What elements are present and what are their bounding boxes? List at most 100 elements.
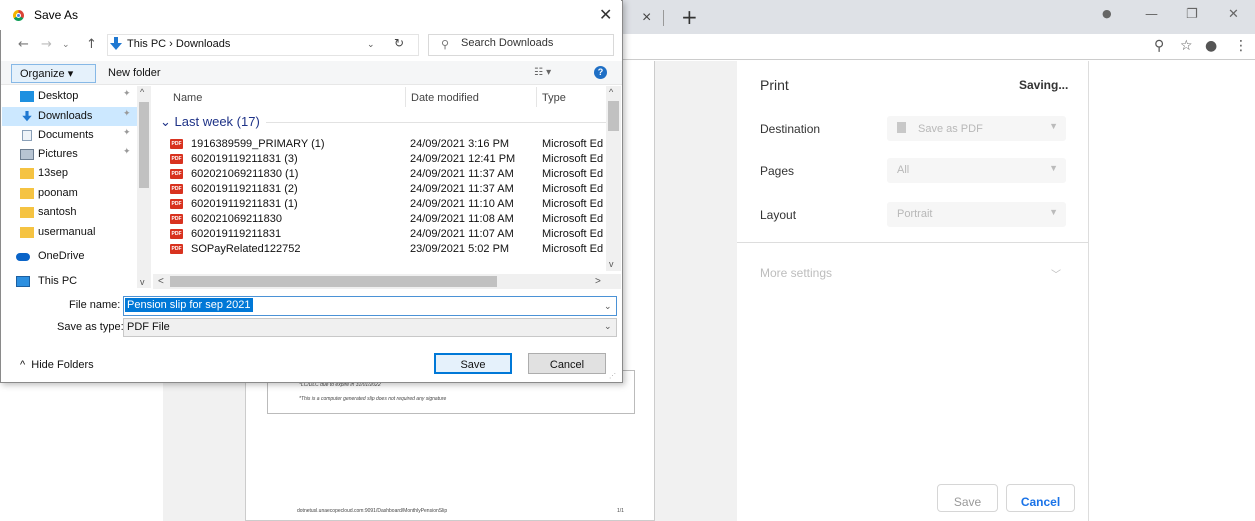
- recent-locations-icon[interactable]: ⌄: [62, 40, 70, 50]
- column-header-date[interactable]: Date modified: [411, 92, 479, 104]
- file-row[interactable]: PDF 602021069211830 24/09/2021 11:08 AM Mic…: [160, 212, 610, 227]
- organize-menu-button[interactable]: Organize ▾: [11, 64, 96, 83]
- chevron-right-icon[interactable]: >: [595, 276, 601, 287]
- file-type: Microsoft Ed: [542, 138, 604, 150]
- nav-item-santosh[interactable]: santosh: [2, 203, 137, 222]
- new-folder-button[interactable]: New folder: [108, 67, 161, 79]
- hide-folders-button[interactable]: ^ Hide Folders: [20, 359, 94, 371]
- nav-item-label: This PC: [38, 275, 78, 287]
- pdf-file-icon: PDF: [170, 244, 183, 254]
- chevron-up-icon[interactable]: ^: [609, 87, 613, 97]
- folder-icon: [20, 227, 34, 238]
- file-name-value[interactable]: Pension slip for sep 2021: [125, 298, 253, 312]
- minimize-icon[interactable]: —: [1145, 7, 1158, 22]
- zoom-icon[interactable]: ⚲: [1154, 38, 1164, 54]
- file-row[interactable]: PDF 602019119211831 (2) 24/09/2021 11:37 A…: [160, 182, 610, 197]
- column-header-type[interactable]: Type: [542, 92, 566, 104]
- file-list-hscroll-thumb[interactable]: [170, 276, 497, 287]
- print-save-button[interactable]: Save: [937, 484, 998, 512]
- resize-grip-icon[interactable]: ⋰: [609, 372, 616, 380]
- file-row[interactable]: PDF 602019119211831 24/09/2021 11:07 AM Mic…: [160, 227, 610, 242]
- chrome-logo-icon: [13, 10, 24, 21]
- restore-icon[interactable]: ❐: [1186, 7, 1198, 22]
- more-settings-toggle[interactable]: More settings: [760, 266, 832, 280]
- view-options-icon[interactable]: ☷ ▾: [534, 67, 551, 78]
- search-input[interactable]: [461, 37, 611, 49]
- nav-item-downloads[interactable]: Downloads ✦: [2, 107, 137, 126]
- pdf-file-icon: PDF: [170, 139, 183, 149]
- navigation-pane: Desktop ✦ Downloads ✦ Documents ✦ Pictur…: [1, 85, 153, 288]
- pdf-file-icon: PDF: [170, 199, 183, 209]
- close-window-icon[interactable]: ✕: [1228, 7, 1239, 22]
- nav-item-label: usermanual: [38, 226, 96, 238]
- chevron-up-icon: ^: [20, 359, 26, 371]
- cancel-button[interactable]: Cancel: [528, 353, 606, 374]
- forward-arrow-icon[interactable]: →: [41, 37, 52, 52]
- group-header[interactable]: ⌄ Last week (17): [160, 114, 260, 130]
- pin-icon: ✦: [123, 147, 131, 157]
- file-name: 602019119211831 (2): [191, 183, 298, 195]
- chevron-left-icon[interactable]: <: [158, 276, 164, 287]
- profile-dot-icon[interactable]: ●: [1102, 7, 1112, 20]
- pdf-file-icon: PDF: [170, 184, 183, 194]
- nav-item-desktop[interactable]: Desktop ✦: [2, 87, 137, 106]
- file-row[interactable]: PDF 602019119211831 (3) 24/09/2021 12:41 P…: [160, 152, 610, 167]
- chevron-down-icon[interactable]: v: [140, 277, 145, 287]
- tab-close-icon[interactable]: ×: [642, 9, 651, 27]
- file-name: 602019119211831: [191, 228, 282, 240]
- destination-select[interactable]: Save as PDF ▼: [887, 116, 1066, 141]
- nav-item-usermanual[interactable]: usermanual: [2, 223, 137, 242]
- save-as-type-value: PDF File: [127, 321, 170, 333]
- column-divider: [405, 87, 406, 107]
- save-as-type-label: Save as type:: [57, 321, 124, 333]
- chevron-down-icon[interactable]: ⌄: [604, 321, 612, 332]
- chevron-down-icon[interactable]: ⌄: [367, 39, 375, 50]
- nav-item-pictures[interactable]: Pictures ✦: [2, 145, 137, 164]
- bookmark-star-icon[interactable]: ☆: [1180, 38, 1193, 54]
- preview-footer-url: dotnetusl.unaecopecloud.com:9091/Dashboa…: [297, 508, 448, 514]
- print-cancel-button[interactable]: Cancel: [1006, 484, 1075, 512]
- new-tab-icon[interactable]: +: [681, 5, 698, 29]
- search-icon: ⚲: [441, 38, 450, 51]
- chevron-down-icon[interactable]: ﹀: [1051, 266, 1061, 281]
- file-date: 24/09/2021 12:41 PM: [410, 153, 516, 165]
- group-header-label: Last week (17): [174, 114, 260, 129]
- profile-icon[interactable]: ●: [1205, 38, 1217, 54]
- nav-scroll-thumb[interactable]: [139, 102, 149, 188]
- chevron-up-icon[interactable]: ^: [140, 87, 144, 97]
- nav-item-this-pc[interactable]: This PC: [1, 272, 136, 291]
- chevron-down-icon[interactable]: v: [609, 259, 614, 269]
- refresh-icon[interactable]: ↻: [394, 36, 404, 50]
- print-title: Print: [760, 77, 789, 93]
- chevron-down-icon[interactable]: ⌄: [604, 301, 612, 312]
- nav-item-13sep[interactable]: 13sep: [2, 164, 137, 183]
- pages-label: Pages: [760, 164, 795, 178]
- up-arrow-icon[interactable]: ↑: [86, 37, 97, 52]
- file-row[interactable]: PDF 1916389599_PRIMARY (1) 24/09/2021 3:16…: [160, 137, 610, 152]
- nav-item-label: 13sep: [38, 167, 68, 179]
- back-arrow-icon[interactable]: ←: [18, 37, 29, 52]
- menu-kebab-icon[interactable]: ⋮: [1234, 38, 1248, 54]
- nav-item-documents[interactable]: Documents ✦: [2, 126, 137, 145]
- chevron-down-icon: ▼: [1049, 207, 1058, 217]
- column-header-name[interactable]: Name: [173, 92, 202, 104]
- save-button[interactable]: Save: [434, 353, 512, 374]
- file-name: 1916389599_PRIMARY (1): [191, 138, 325, 150]
- dialog-titlebar: [0, 0, 621, 30]
- close-icon[interactable]: ✕: [599, 5, 612, 24]
- file-date: 24/09/2021 11:10 AM: [410, 198, 514, 210]
- pdf-file-icon: PDF: [170, 169, 183, 179]
- file-row[interactable]: PDF 602021069211830 (1) 24/09/2021 11:37 A…: [160, 167, 610, 182]
- file-list-vscroll-thumb[interactable]: [608, 101, 619, 131]
- help-icon[interactable]: ?: [594, 66, 607, 79]
- nav-item-onedrive[interactable]: OneDrive: [1, 247, 136, 266]
- file-row[interactable]: PDF 602019119211831 (1) 24/09/2021 11:10 A…: [160, 197, 610, 212]
- pages-select[interactable]: All ▼: [887, 158, 1066, 183]
- save-as-type-select[interactable]: PDF File: [123, 318, 617, 337]
- file-row[interactable]: PDF SOPayRelated122752 23/09/2021 5:02 PM M…: [160, 242, 610, 257]
- nav-item-poonam[interactable]: poonam: [2, 184, 137, 203]
- file-date: 24/09/2021 11:37 AM: [410, 183, 514, 195]
- onedrive-icon: [16, 253, 30, 261]
- nav-item-label: Pictures: [38, 148, 78, 160]
- layout-select[interactable]: Portrait ▼: [887, 202, 1066, 227]
